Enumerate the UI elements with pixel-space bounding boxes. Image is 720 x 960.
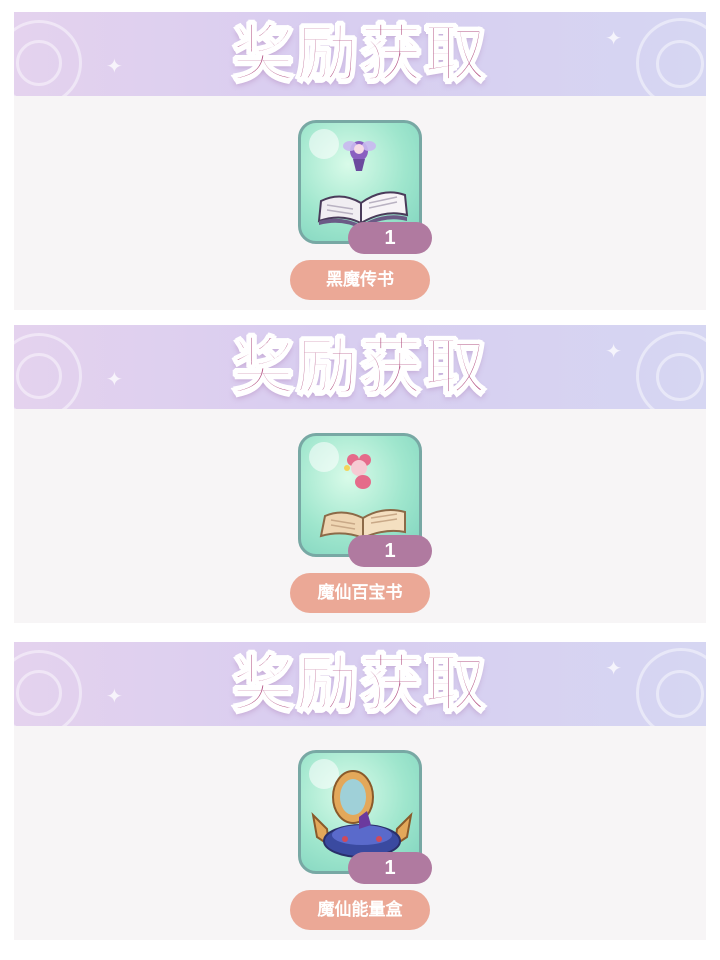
banner-title: 奖励获取 [231, 330, 488, 404]
reward-panel-1: ✦ ✦ 奖励获取 1 黑魔传书 [14, 12, 706, 310]
reward-banner: ✦ ✦ 奖励获取 [14, 12, 706, 96]
item-name-label: 黑魔传书 [290, 260, 430, 300]
reward-panel-3: ✦ ✦ 奖励获取 1 魔仙能量盒 [14, 642, 706, 940]
reward-content: 1 魔仙能量盒 [14, 726, 706, 940]
reward-content: 1 魔仙百宝书 [14, 409, 706, 623]
item-count-badge: 1 [348, 535, 432, 567]
item-count-badge: 1 [348, 852, 432, 884]
item-name-label: 魔仙能量盒 [290, 890, 430, 930]
reward-panel-2: ✦ ✦ 奖励获取 1 魔仙百宝书 [14, 325, 706, 623]
reward-banner: ✦ ✦ 奖励获取 [14, 642, 706, 726]
reward-banner: ✦ ✦ 奖励获取 [14, 325, 706, 409]
banner-title: 奖励获取 [231, 17, 488, 91]
reward-content: 1 黑魔传书 [14, 96, 706, 310]
item-name-label: 魔仙百宝书 [290, 573, 430, 613]
item-count-badge: 1 [348, 222, 432, 254]
banner-title: 奖励获取 [231, 647, 488, 721]
